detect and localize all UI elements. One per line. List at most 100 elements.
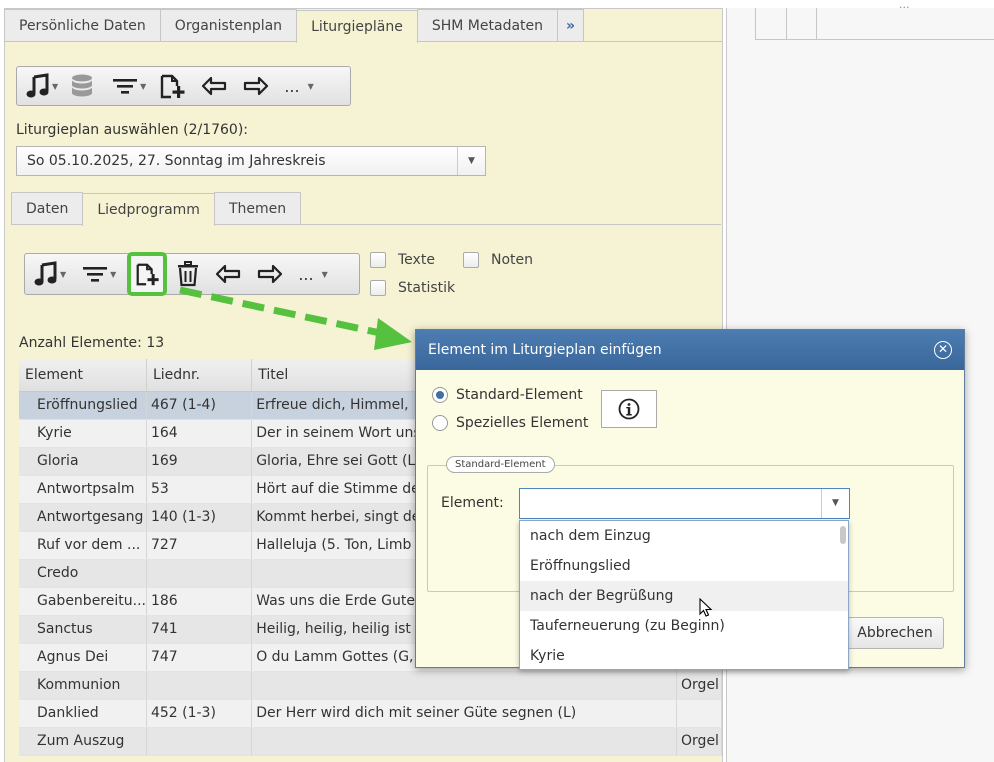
next-button[interactable] bbox=[239, 67, 273, 105]
cell-element: Gabenbereitu... bbox=[19, 587, 147, 616]
music-note-icon bbox=[34, 261, 57, 286]
caret-down-icon: ▼ bbox=[110, 269, 117, 279]
tab-liturgieplaene[interactable]: Liturgiepläne bbox=[296, 10, 418, 43]
cell-titel: Der Herr wird dich mit seiner Güte segne… bbox=[251, 699, 678, 728]
right-tab-strip bbox=[755, 8, 817, 40]
checkbox-texte[interactable]: Texte bbox=[370, 252, 435, 268]
previous-button[interactable] bbox=[197, 67, 231, 105]
info-icon bbox=[618, 398, 640, 420]
annotation-arrow-icon bbox=[179, 286, 412, 350]
radio-standard-element[interactable]: Standard-Element bbox=[432, 387, 583, 403]
cell-element: Ruf vor dem ... bbox=[19, 531, 147, 560]
filter-menu-button[interactable]: ▼ bbox=[109, 67, 149, 105]
cell-element: Kommunion bbox=[19, 671, 147, 700]
cell-liednr bbox=[146, 727, 253, 756]
table-row[interactable]: Danklied 452 (1-3) Der Herr wird dich mit … bbox=[19, 699, 722, 728]
more-actions-button[interactable]: ... ▼ bbox=[281, 67, 316, 105]
splitter-handle[interactable]: ... bbox=[899, 0, 910, 11]
tab-shm-metadaten[interactable]: SHM Metadaten bbox=[416, 9, 559, 41]
mouse-cursor-icon bbox=[699, 598, 713, 617]
caret-down-icon: ▼ bbox=[60, 269, 67, 279]
add-document-button[interactable] bbox=[155, 67, 189, 105]
radio-standard-label: Standard-Element bbox=[456, 387, 583, 403]
more-tabs-button[interactable]: » bbox=[557, 9, 585, 41]
database-icon bbox=[72, 74, 93, 97]
database-button[interactable] bbox=[67, 67, 97, 105]
cell-element: Kyrie bbox=[19, 419, 147, 448]
cell-liednr: 747 bbox=[146, 643, 253, 672]
cell-extra bbox=[676, 699, 722, 728]
table-row[interactable]: Kommunion Orgel bbox=[19, 671, 722, 700]
dropdown-option[interactable]: nach der Begrüßung bbox=[520, 581, 848, 611]
cell-liednr: 186 bbox=[146, 587, 253, 616]
cell-element: Eröffnungslied bbox=[19, 391, 147, 420]
dialog-titlebar: Element im Liturgieplan einfügen ✕ bbox=[416, 330, 964, 370]
cell-liednr: 169 bbox=[146, 447, 253, 476]
caret-down-icon: ▼ bbox=[140, 81, 147, 91]
music-note-icon bbox=[26, 73, 49, 98]
subtab-themen[interactable]: Themen bbox=[213, 192, 302, 224]
filter-icon bbox=[113, 79, 138, 94]
close-icon[interactable]: ✕ bbox=[934, 341, 952, 359]
cell-extra: Orgel bbox=[676, 727, 722, 756]
cell-element: Antwortgesang bbox=[19, 503, 147, 532]
cell-liednr: 164 bbox=[146, 419, 253, 448]
cell-titel bbox=[251, 727, 678, 756]
fieldset-legend: Standard-Element bbox=[446, 456, 555, 473]
column-header-element[interactable]: Element bbox=[19, 359, 147, 392]
plan-select-label: Liturgieplan auswählen (2/1760): bbox=[16, 122, 248, 138]
subtab-daten[interactable]: Daten bbox=[11, 192, 84, 224]
cell-liednr: 727 bbox=[146, 531, 253, 560]
music-menu-button[interactable]: ▼ bbox=[23, 67, 61, 105]
insert-element-button[interactable] bbox=[127, 252, 168, 296]
info-button[interactable] bbox=[601, 390, 657, 428]
add-document-icon bbox=[161, 74, 185, 99]
song-filter-menu-button[interactable]: ▼ bbox=[79, 255, 119, 293]
plan-select-value: So 05.10.2025, 27. Sonntag im Jahreskrei… bbox=[27, 153, 326, 169]
more-label: ... bbox=[284, 76, 300, 96]
element-combobox[interactable]: ▼ bbox=[519, 488, 850, 519]
subtab-liedprogramm[interactable]: Liedprogramm bbox=[82, 193, 215, 226]
song-music-menu-button[interactable]: ▼ bbox=[31, 255, 69, 293]
chevron-down-icon[interactable]: ▼ bbox=[821, 489, 849, 518]
dropdown-option[interactable]: Tauferneuerung (zu Beginn) bbox=[520, 611, 848, 641]
arrow-left-icon bbox=[202, 76, 227, 96]
filter-icon bbox=[83, 267, 108, 282]
dropdown-option[interactable]: Eröffnungslied bbox=[520, 551, 848, 581]
cell-liednr: 140 (1-3) bbox=[146, 503, 253, 532]
plan-select[interactable]: So 05.10.2025, 27. Sonntag im Jahreskrei… bbox=[16, 146, 486, 176]
cell-element: Antwortpsalm bbox=[19, 475, 147, 504]
checkbox-noten[interactable]: Noten bbox=[463, 252, 533, 268]
element-count: Anzahl Elemente: 13 bbox=[19, 335, 165, 351]
cell-element: Credo bbox=[19, 559, 147, 588]
add-document-icon bbox=[136, 263, 159, 286]
cell-element: Danklied bbox=[19, 699, 147, 728]
tab-persoenliche-daten[interactable]: Persönliche Daten bbox=[4, 9, 161, 41]
checkbox-noten-label: Noten bbox=[491, 252, 534, 268]
radio-special-label: Spezielles Element bbox=[456, 415, 589, 431]
table-row[interactable]: Zum Auszug Orgel bbox=[19, 727, 722, 756]
tab-organistenplan[interactable]: Organistenplan bbox=[159, 9, 298, 41]
main-tabbar: Persönliche Daten Organistenplan Liturgi… bbox=[4, 9, 723, 43]
cell-liednr bbox=[146, 671, 253, 700]
cell-element: Gloria bbox=[19, 447, 147, 476]
cell-liednr bbox=[146, 559, 253, 588]
radio-special-element[interactable]: Spezielles Element bbox=[432, 415, 588, 431]
checkbox-box bbox=[463, 252, 479, 268]
dropdown-scrollbar[interactable] bbox=[840, 526, 846, 544]
checkbox-texte-label: Texte bbox=[398, 252, 435, 268]
cancel-button[interactable]: Abbrechen bbox=[846, 617, 944, 649]
plan-toolbar: ▼ ▼ ... ▼ bbox=[16, 66, 351, 106]
element-label: Element: bbox=[441, 495, 504, 511]
cell-liednr: 741 bbox=[146, 615, 253, 644]
caret-down-icon: ▼ bbox=[52, 81, 59, 91]
caret-down-icon: ▼ bbox=[307, 81, 314, 91]
checkbox-box bbox=[370, 252, 386, 268]
cell-element: Zum Auszug bbox=[19, 727, 147, 756]
cell-liednr: 452 (1-3) bbox=[146, 699, 253, 728]
element-dropdown-list: nach dem Einzug Eröffnungslied nach der … bbox=[519, 520, 849, 670]
chevron-down-icon: ▼ bbox=[457, 147, 485, 175]
dropdown-option[interactable]: nach dem Einzug bbox=[520, 521, 848, 551]
column-header-liednr[interactable]: Liednr. bbox=[146, 359, 253, 392]
dropdown-option[interactable]: Kyrie bbox=[520, 641, 848, 671]
